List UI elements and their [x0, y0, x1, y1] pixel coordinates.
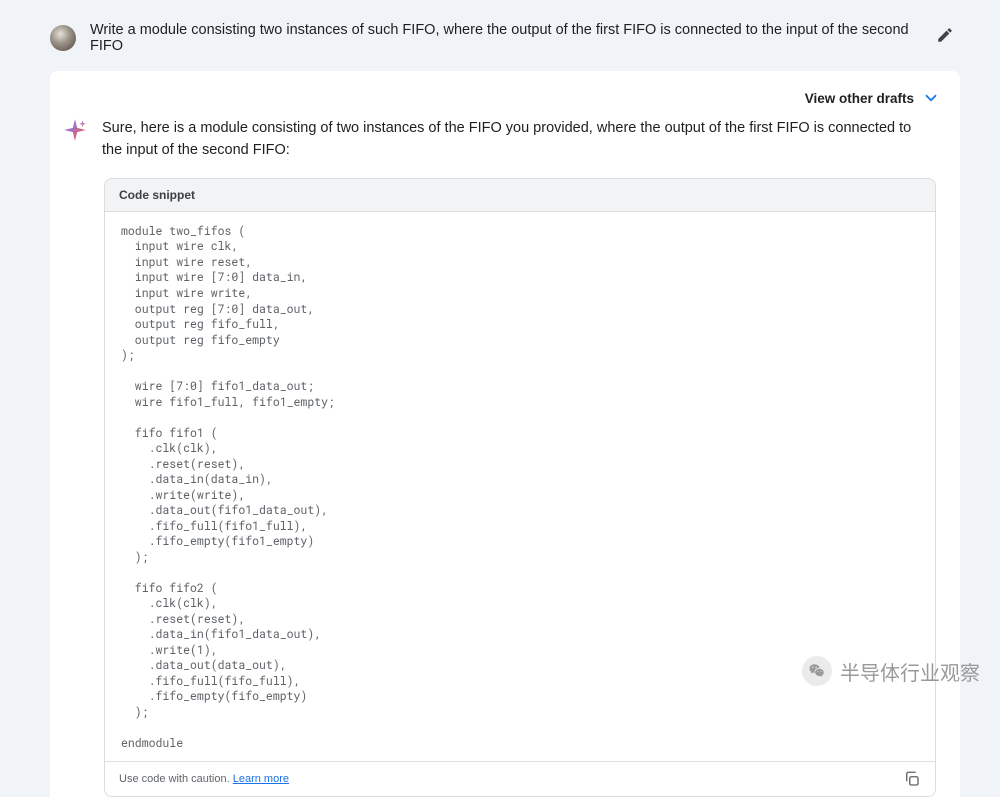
copy-code-button[interactable] — [903, 770, 921, 788]
response-intro-text: Sure, here is a module consisting of two… — [102, 117, 936, 162]
pencil-icon — [936, 26, 954, 44]
chevron-down-icon — [922, 89, 940, 107]
code-block: Code snippet module two_fifos ( input wi… — [104, 178, 936, 797]
code-content: module two_fifos ( input wire clk, input… — [105, 212, 935, 762]
caution-prefix: Use code with caution. — [119, 773, 233, 785]
copy-icon — [903, 770, 921, 788]
view-drafts-label: View other drafts — [805, 91, 914, 106]
edit-prompt-button[interactable] — [930, 20, 960, 55]
user-prompt-row: Write a module consisting two instances … — [50, 12, 960, 67]
code-caution-text: Use code with caution. Learn more — [119, 773, 289, 785]
bard-sparkle-icon — [62, 117, 88, 143]
response-card: View other drafts — [50, 71, 960, 797]
user-prompt-text: Write a module consisting two instances … — [90, 22, 916, 54]
user-avatar — [50, 25, 76, 51]
code-footer: Use code with caution. Learn more — [105, 761, 935, 796]
view-drafts-button[interactable]: View other drafts — [74, 89, 940, 117]
code-block-header: Code snippet — [105, 179, 935, 212]
response-body: Sure, here is a module consisting of two… — [74, 117, 936, 162]
learn-more-link[interactable]: Learn more — [233, 773, 289, 785]
